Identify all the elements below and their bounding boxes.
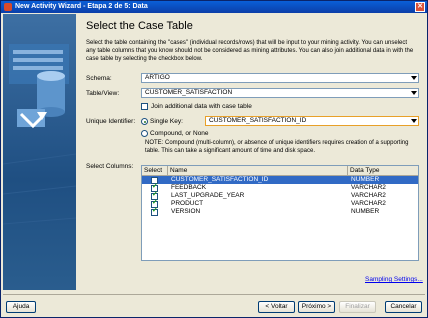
wizard-content: Select the Case Table Select the table c… <box>79 14 427 290</box>
column-select-checkbox[interactable] <box>151 207 158 216</box>
compound-note: NOTE: Compound (multi-column), or absenc… <box>145 140 409 154</box>
column-name: PRODUCT <box>171 200 204 207</box>
footer-divider <box>3 294 425 295</box>
column-type: VARCHAR2 <box>351 192 386 199</box>
finish-button[interactable]: Finalizar <box>339 301 376 313</box>
column-type: VARCHAR2 <box>351 184 386 191</box>
header-type[interactable]: Data Type <box>348 166 418 175</box>
schema-select[interactable]: ARTIGO <box>141 73 419 83</box>
title-bar: New Activity Wizard - Etapa 2 de 5: Data… <box>1 1 427 13</box>
compound-radio[interactable] <box>141 130 148 137</box>
wizard-window: New Activity Wizard - Etapa 2 de 5: Data… <box>0 0 428 318</box>
app-icon <box>4 3 12 11</box>
schema-label: Schema: <box>86 75 112 82</box>
column-type: VARCHAR2 <box>351 200 386 207</box>
table-row[interactable]: LAST_UPGRADE_YEAR VARCHAR2 <box>142 191 418 200</box>
single-key-radio[interactable] <box>141 118 148 125</box>
table-value: CUSTOMER_SATISFACTION <box>145 89 233 96</box>
unique-identifier-label: Unique Identifier: <box>86 118 136 125</box>
chevron-down-icon <box>411 76 417 80</box>
database-graphic-icon <box>3 44 76 225</box>
back-button[interactable]: < Voltar <box>258 301 295 313</box>
page-description: Select the table containing the "cases" … <box>86 40 414 62</box>
table-row[interactable]: PRODUCT VARCHAR2 <box>142 199 418 208</box>
header-name[interactable]: Name <box>168 166 348 175</box>
wizard-side-graphic <box>3 14 76 290</box>
chevron-down-icon <box>411 119 417 123</box>
single-key-select[interactable]: CUSTOMER_SATISFACTION_ID <box>205 116 419 126</box>
table-label: Table/View: <box>86 90 120 97</box>
columns-table: Select Name Data Type CUSTOMER_SATISFACT… <box>141 165 419 261</box>
table-row[interactable]: FEEDBACK VARCHAR2 <box>142 183 418 192</box>
close-icon[interactable]: ✕ <box>415 2 425 12</box>
column-name: LAST_UPGRADE_YEAR <box>171 192 245 199</box>
table-row[interactable]: VERSION NUMBER <box>142 207 418 216</box>
column-name: FEEDBACK <box>171 184 207 191</box>
sampling-settings-link[interactable]: Sampling Settings... <box>365 276 423 283</box>
table-row[interactable]: CUSTOMER_SATISFACTION_ID NUMBER <box>142 176 418 184</box>
join-data-label: Join additional data with case table <box>151 103 252 110</box>
chevron-down-icon <box>411 91 417 95</box>
table-header: Select Name Data Type <box>142 166 418 176</box>
compound-label: Compound, or None <box>150 130 209 137</box>
single-key-value: CUSTOMER_SATISFACTION_ID <box>209 117 307 124</box>
page-title: Select the Case Table <box>86 20 193 32</box>
cancel-button[interactable]: Cancelar <box>385 301 422 313</box>
single-key-label: Single Key: <box>150 118 183 125</box>
window-title: New Activity Wizard - Etapa 2 de 5: Data <box>15 3 148 10</box>
next-button[interactable]: Próximo > <box>298 301 335 313</box>
column-type: NUMBER <box>351 176 380 183</box>
column-name: CUSTOMER_SATISFACTION_ID <box>171 176 269 183</box>
schema-value: ARTIGO <box>145 74 170 81</box>
column-name: VERSION <box>171 208 201 215</box>
join-data-checkbox[interactable] <box>141 103 148 110</box>
select-columns-label: Select Columns: <box>86 163 134 170</box>
table-select[interactable]: CUSTOMER_SATISFACTION <box>141 88 419 98</box>
header-select[interactable]: Select <box>142 166 168 175</box>
help-button[interactable]: Ajuda <box>6 301 36 313</box>
column-type: NUMBER <box>351 208 380 215</box>
